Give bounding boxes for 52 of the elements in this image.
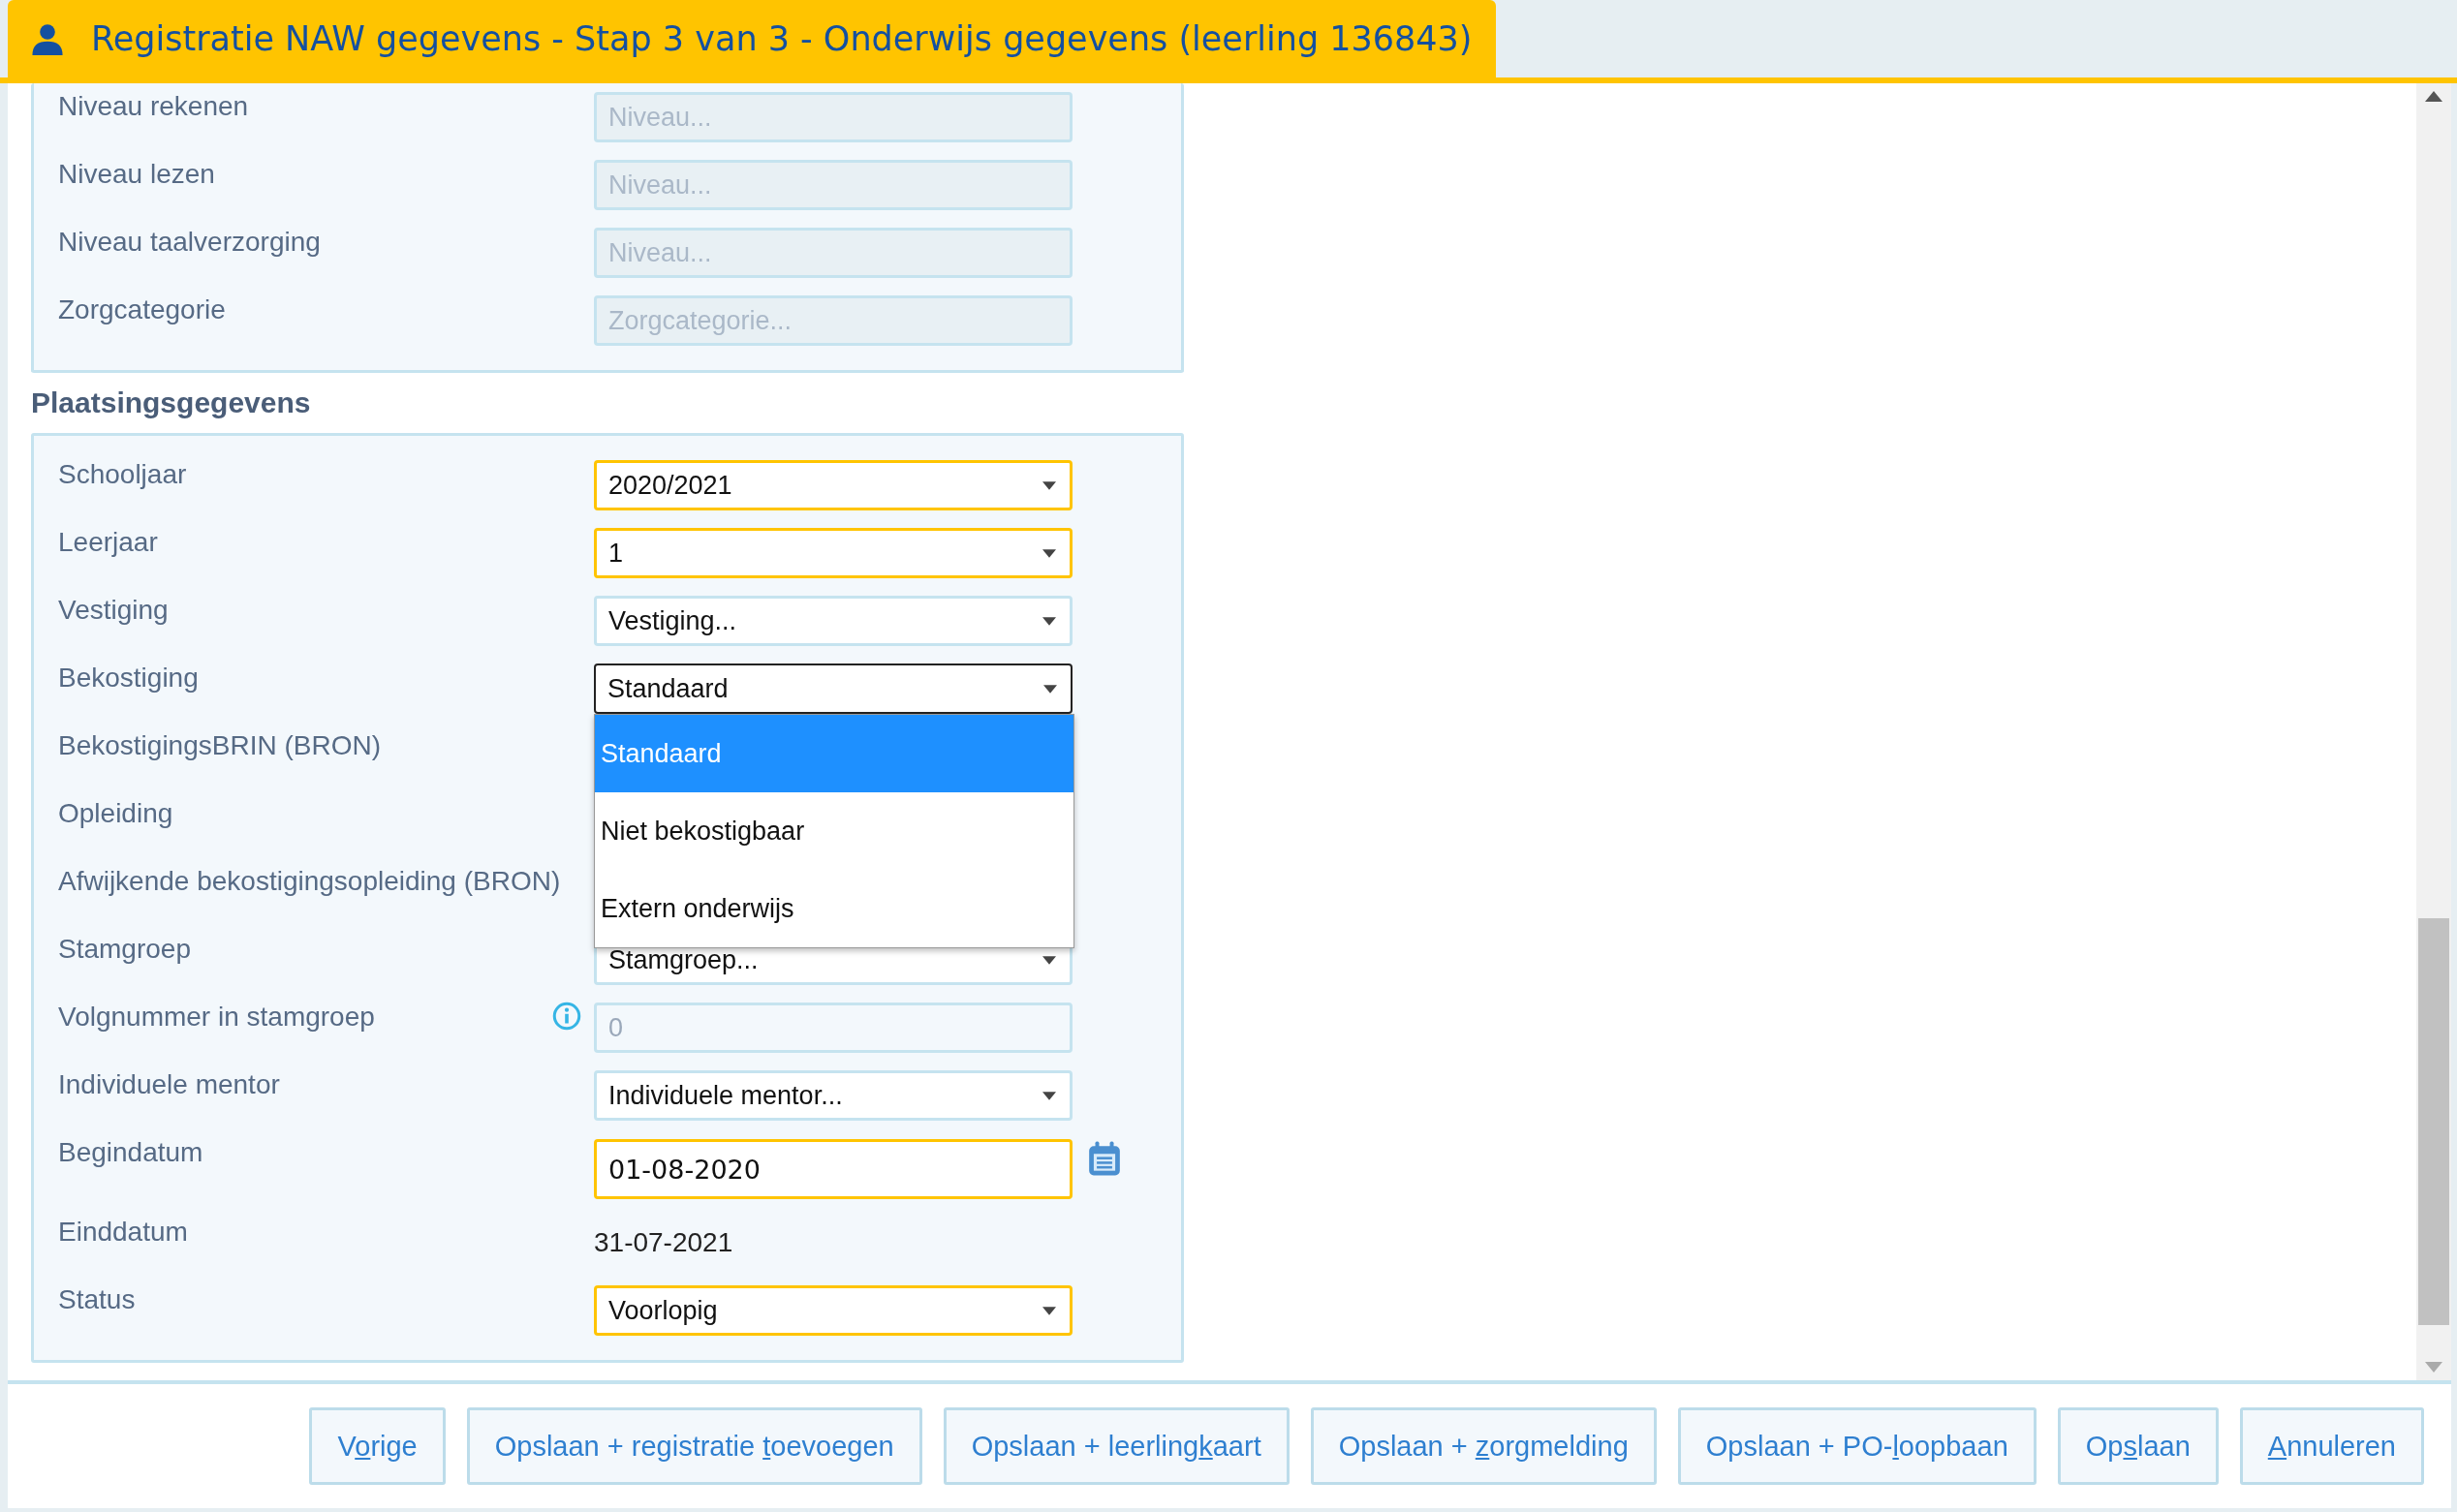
field-label: Status (58, 1284, 136, 1314)
caret-icon (1042, 955, 1056, 965)
field-label: Einddatum (58, 1217, 188, 1247)
action-button[interactable]: Opslaan + registratie toevoegen (466, 1407, 922, 1485)
scroll-up-icon[interactable] (2425, 91, 2442, 102)
select-field[interactable]: 1 (594, 528, 1073, 578)
field-label: Volgnummer in stamgroep (58, 1002, 375, 1032)
input-field[interactable]: Niveau... (594, 228, 1073, 278)
select-field[interactable]: Standaard (594, 663, 1073, 714)
scroll-thumb[interactable] (2418, 918, 2449, 1325)
caret-icon (1042, 480, 1056, 490)
input-field[interactable]: Niveau... (594, 160, 1073, 210)
field-label: Leerjaar (58, 527, 158, 557)
caret-icon (1042, 548, 1056, 558)
select-field[interactable]: Vestiging... (594, 596, 1073, 646)
field-label: Schooljaar (58, 459, 187, 489)
field-label: Zorgcategorie (58, 293, 227, 325)
input-field[interactable]: Niveau... (594, 92, 1073, 142)
field-label: Niveau lezen (58, 158, 216, 190)
date-field[interactable]: 01-08-2020 (594, 1139, 1073, 1199)
select-field[interactable]: Voorlopig (594, 1285, 1073, 1336)
action-button[interactable]: Opslaan + leerlingkaart (943, 1407, 1290, 1485)
action-button[interactable]: Opslaan + zorgmelding (1310, 1407, 1657, 1485)
field-label: Individuele mentor (58, 1069, 280, 1099)
field-label: Niveau taalverzorging (58, 226, 322, 258)
field-label: Bekostiging (58, 663, 199, 693)
field-value: 31-07-2021 (594, 1227, 733, 1258)
dropdown-option[interactable]: Niet bekostigbaar (595, 792, 1073, 870)
caret-icon (1042, 616, 1056, 626)
caret-icon (1042, 1091, 1056, 1100)
action-button[interactable]: Opslaan + PO-loopbaan (1677, 1407, 2037, 1485)
field-label: Stamgroep (58, 934, 191, 964)
field-label: Vestiging (58, 595, 169, 625)
action-button[interactable]: Opslaan (2057, 1407, 2219, 1485)
field-label: Afwijkende bekostigingsopleiding (BRON) (58, 866, 561, 896)
input-field[interactable]: Zorgcategorie... (594, 295, 1073, 346)
section-title: Plaatsingsgegevens (31, 386, 312, 419)
select-field[interactable]: Individuele mentor... (594, 1070, 1073, 1121)
select-field[interactable]: 2020/2021 (594, 460, 1073, 510)
field-label: Begindatum (58, 1137, 203, 1167)
action-button[interactable]: Annuleren (2239, 1407, 2424, 1485)
scroll-down-icon[interactable] (2425, 1362, 2442, 1373)
scrollbar[interactable] (2416, 83, 2451, 1380)
field-label: BekostigingsBRIN (BRON) (58, 730, 381, 760)
user-icon (31, 22, 64, 55)
field-label: Opleiding (58, 798, 173, 828)
caret-icon (1042, 1306, 1056, 1315)
calendar-icon[interactable] (1086, 1139, 1123, 1178)
action-button[interactable]: Vorige (309, 1407, 446, 1485)
field-label: Niveau rekenen (58, 90, 250, 122)
caret-icon (1043, 684, 1057, 694)
window-title-text: Registratie NAW gegevens - Stap 3 van 3 - Onderwijs gegevens (leerling 136843) (91, 19, 1473, 58)
